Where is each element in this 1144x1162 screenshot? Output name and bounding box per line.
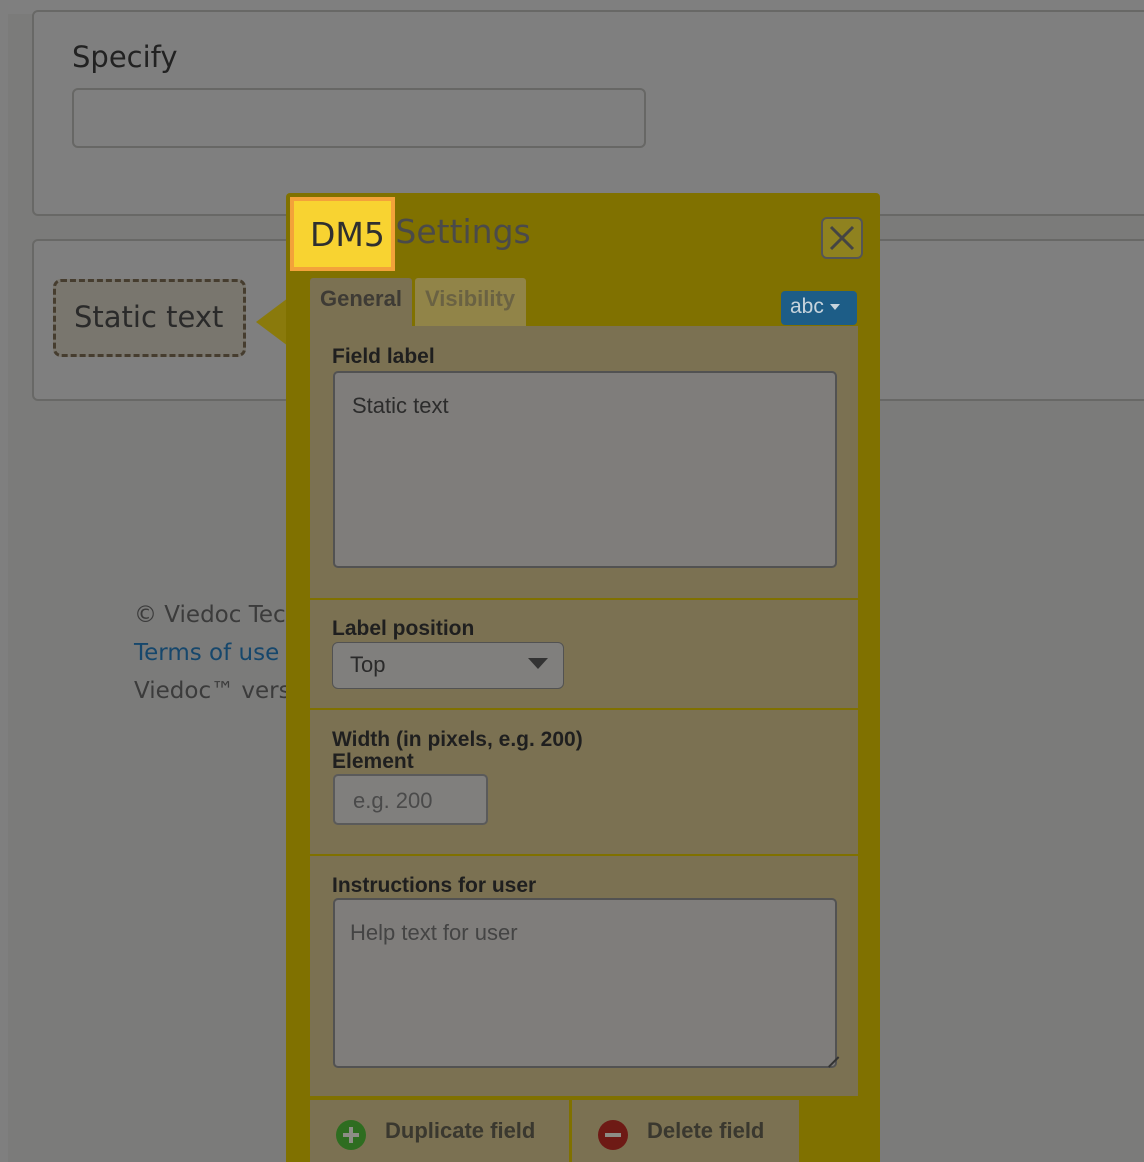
tab-general[interactable]: General [310, 278, 412, 326]
field-id-tag: DM5 [290, 197, 395, 271]
minus-circle-icon [598, 1120, 628, 1150]
instructions-textarea[interactable]: Help text for user [333, 898, 837, 1068]
field-label-heading: Field label [332, 345, 435, 368]
panel-title-settings: Settings [395, 212, 531, 251]
instructions-heading: Instructions for user [332, 874, 537, 897]
delete-field-button[interactable]: Delete field [572, 1100, 799, 1162]
width-input[interactable]: e.g. 200 [333, 774, 488, 825]
field-type-label: abc [790, 295, 824, 318]
delete-field-label: Delete field [647, 1118, 765, 1143]
duplicate-field-button[interactable]: Duplicate field [310, 1100, 569, 1162]
field-type-dropdown[interactable]: abc [781, 291, 857, 325]
chevron-down-icon [829, 304, 840, 311]
close-icon [829, 225, 855, 251]
close-button[interactable] [821, 217, 863, 259]
label-position-heading: Label position [332, 617, 475, 640]
field-label-textarea[interactable]: Static text [333, 371, 837, 568]
tab-visibility[interactable]: Visibility [415, 278, 526, 326]
width-subheading: Element [332, 750, 414, 773]
select-arrow-icon [528, 658, 548, 669]
duplicate-field-label: Duplicate field [385, 1118, 536, 1143]
plus-circle-icon [336, 1120, 366, 1150]
popover-pointer [256, 298, 288, 346]
width-heading: Width (in pixels, e.g. 200) [332, 728, 583, 751]
